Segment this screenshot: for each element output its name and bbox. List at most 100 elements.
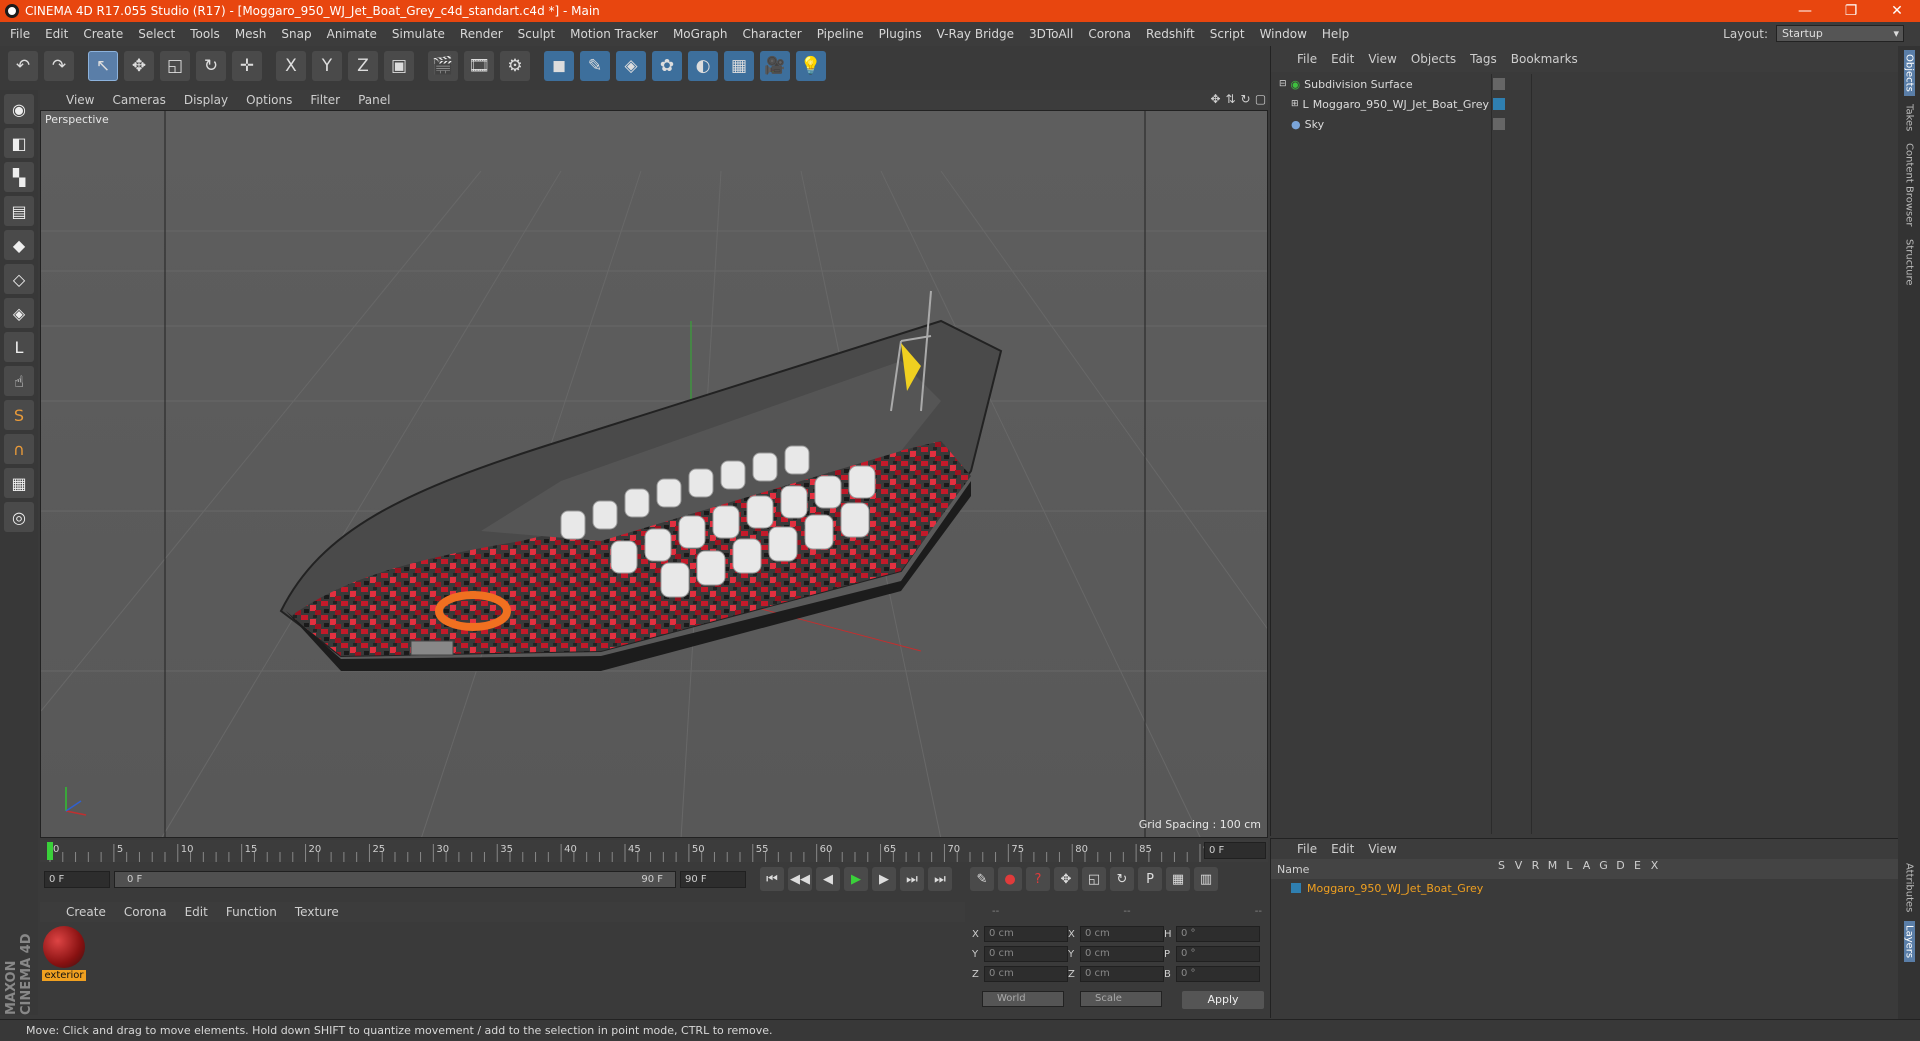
go-end-icon[interactable]: ⏭ bbox=[928, 867, 952, 891]
apply-button[interactable]: Apply bbox=[1182, 991, 1264, 1009]
transform-icon[interactable]: ✛ bbox=[232, 51, 262, 81]
prev-key-icon[interactable]: ◀◀ bbox=[788, 867, 812, 891]
layer-col-x[interactable]: X bbox=[1646, 859, 1663, 872]
om-menu-objects[interactable]: Objects bbox=[1411, 52, 1456, 66]
timeline-ruler[interactable]: 051015202530354045505560657075808590 0 F bbox=[40, 840, 1268, 862]
menu-render[interactable]: Render bbox=[460, 27, 503, 41]
menu-character[interactable]: Character bbox=[742, 27, 801, 41]
menu-animate[interactable]: Animate bbox=[327, 27, 377, 41]
lm-menu-view[interactable]: View bbox=[1368, 842, 1396, 856]
key-pla-icon[interactable]: ▦ bbox=[1166, 867, 1190, 891]
deformer-icon[interactable]: ◐ bbox=[688, 51, 718, 81]
current-frame-field[interactable]: 0 F bbox=[1204, 842, 1266, 859]
coord-value-field[interactable]: 0 ° bbox=[1176, 946, 1260, 962]
maximize-button[interactable]: ❐ bbox=[1828, 0, 1874, 22]
layout-dropdown[interactable]: Startup bbox=[1776, 25, 1904, 42]
texture-mode-icon[interactable]: ▚ bbox=[4, 162, 34, 192]
viewport-perspective[interactable]: Perspective Grid Spacing : 100 cm bbox=[40, 110, 1268, 838]
floor-icon[interactable]: ▦ bbox=[724, 51, 754, 81]
material-swatch[interactable]: exterior bbox=[42, 926, 86, 981]
workplane-icon[interactable]: ▤ bbox=[4, 196, 34, 226]
key-scale-icon[interactable]: ◱ bbox=[1082, 867, 1106, 891]
pan-icon[interactable]: ✥ bbox=[1208, 92, 1223, 106]
mat-menu-function[interactable]: Function bbox=[226, 905, 277, 919]
visibility-dots[interactable] bbox=[1493, 78, 1505, 90]
solo-icon[interactable]: ◎ bbox=[4, 502, 34, 532]
start-frame-field[interactable]: 0 F bbox=[44, 870, 110, 888]
render-settings-icon[interactable]: ⚙ bbox=[500, 51, 530, 81]
play-icon[interactable]: ▶ bbox=[844, 867, 868, 891]
go-start-icon[interactable]: ⏮ bbox=[760, 867, 784, 891]
menu-help[interactable]: Help bbox=[1322, 27, 1349, 41]
coord-value-field[interactable]: 0 cm bbox=[1080, 926, 1164, 942]
snap-icon[interactable]: S bbox=[4, 400, 34, 430]
om-menu-tags[interactable]: Tags bbox=[1470, 52, 1497, 66]
timeline-window-icon[interactable]: ▥ bbox=[1194, 867, 1218, 891]
object-row-subdivision[interactable]: ⊟ ◉ Subdivision Surface bbox=[1271, 74, 1899, 94]
frame-range-slider[interactable]: 0 F 90 F bbox=[114, 870, 676, 888]
menu-file[interactable]: File bbox=[10, 27, 30, 41]
menu-mograph[interactable]: MoGraph bbox=[673, 27, 728, 41]
menu-pipeline[interactable]: Pipeline bbox=[817, 27, 864, 41]
menu-create[interactable]: Create bbox=[83, 27, 123, 41]
coord-mode-dropdown[interactable]: World bbox=[982, 991, 1064, 1007]
pen-icon[interactable]: ✎ bbox=[580, 51, 610, 81]
menu-redshift[interactable]: Redshift bbox=[1146, 27, 1195, 41]
tab-takes[interactable]: Takes bbox=[1904, 100, 1915, 135]
coord-value-field[interactable]: 0 cm bbox=[984, 966, 1068, 982]
undo-icon[interactable]: ↶ bbox=[8, 51, 38, 81]
vp-menu-view[interactable]: View bbox=[66, 93, 94, 107]
render-view-icon[interactable]: 🎬 bbox=[428, 51, 458, 81]
om-menu-view[interactable]: View bbox=[1368, 52, 1396, 66]
layer-col-d[interactable]: D bbox=[1612, 859, 1629, 872]
menu-v-ray-bridge[interactable]: V-Ray Bridge bbox=[937, 27, 1014, 41]
render-region-icon[interactable]: 🎞 bbox=[464, 51, 494, 81]
menu-plugins[interactable]: Plugins bbox=[879, 27, 922, 41]
vp-menu-filter[interactable]: Filter bbox=[310, 93, 340, 107]
layer-col-g[interactable]: G bbox=[1595, 859, 1612, 872]
menu-select[interactable]: Select bbox=[138, 27, 175, 41]
coord-type-dropdown[interactable]: Scale bbox=[1080, 991, 1162, 1007]
mat-menu-corona[interactable]: Corona bbox=[124, 905, 167, 919]
close-button[interactable]: ✕ bbox=[1874, 0, 1920, 22]
y-axis-icon[interactable]: Y bbox=[312, 51, 342, 81]
tab-attributes[interactable]: Attributes bbox=[1904, 859, 1915, 916]
layer-col-v[interactable]: V bbox=[1510, 859, 1527, 872]
om-menu-bookmarks[interactable]: Bookmarks bbox=[1511, 52, 1578, 66]
layer-col-r[interactable]: R bbox=[1527, 859, 1544, 872]
menu-edit[interactable]: Edit bbox=[45, 27, 68, 41]
key-rotation-icon[interactable]: ↻ bbox=[1110, 867, 1134, 891]
vp-menu-options[interactable]: Options bbox=[246, 93, 292, 107]
tab-structure[interactable]: Structure bbox=[1904, 235, 1915, 290]
vp-menu-panel[interactable]: Panel bbox=[358, 93, 390, 107]
object-row-sky[interactable]: ● Sky bbox=[1271, 114, 1899, 134]
menu-sculpt[interactable]: Sculpt bbox=[518, 27, 555, 41]
select-icon[interactable]: ↖ bbox=[88, 51, 118, 81]
om-menu-file[interactable]: File bbox=[1297, 52, 1317, 66]
x-axis-icon[interactable]: X bbox=[276, 51, 306, 81]
make-editable-icon[interactable]: ◉ bbox=[4, 94, 34, 124]
minimize-button[interactable]: — bbox=[1782, 0, 1828, 22]
world-icon[interactable]: ▣ bbox=[384, 51, 414, 81]
axis-mode-icon[interactable]: L bbox=[4, 332, 34, 362]
polygons-mode-icon[interactable]: ◈ bbox=[4, 298, 34, 328]
scale-icon[interactable]: ◱ bbox=[160, 51, 190, 81]
coord-value-field[interactable]: 0 ° bbox=[1176, 926, 1260, 942]
tab-objects[interactable]: Objects bbox=[1903, 50, 1915, 96]
menu-script[interactable]: Script bbox=[1210, 27, 1245, 41]
maximize-view-icon[interactable]: ▢ bbox=[1253, 92, 1268, 106]
vp-menu-display[interactable]: Display bbox=[184, 93, 228, 107]
next-key-icon[interactable]: ⏭ bbox=[900, 867, 924, 891]
light-icon[interactable]: 💡 bbox=[796, 51, 826, 81]
layer-color-tag[interactable] bbox=[1493, 98, 1505, 110]
key-param-icon[interactable]: P bbox=[1138, 867, 1162, 891]
mat-menu-create[interactable]: Create bbox=[66, 905, 106, 919]
rotate-icon[interactable]: ↻ bbox=[196, 51, 226, 81]
om-menu-edit[interactable]: Edit bbox=[1331, 52, 1354, 66]
cube-icon[interactable]: ◼ bbox=[544, 51, 574, 81]
tab-layers[interactable]: Layers bbox=[1903, 920, 1915, 962]
tab-content-browser[interactable]: Content Browser bbox=[1904, 139, 1915, 230]
next-frame-icon[interactable]: ▶ bbox=[872, 867, 896, 891]
coord-value-field[interactable]: 0 cm bbox=[984, 926, 1068, 942]
menu-simulate[interactable]: Simulate bbox=[392, 27, 445, 41]
